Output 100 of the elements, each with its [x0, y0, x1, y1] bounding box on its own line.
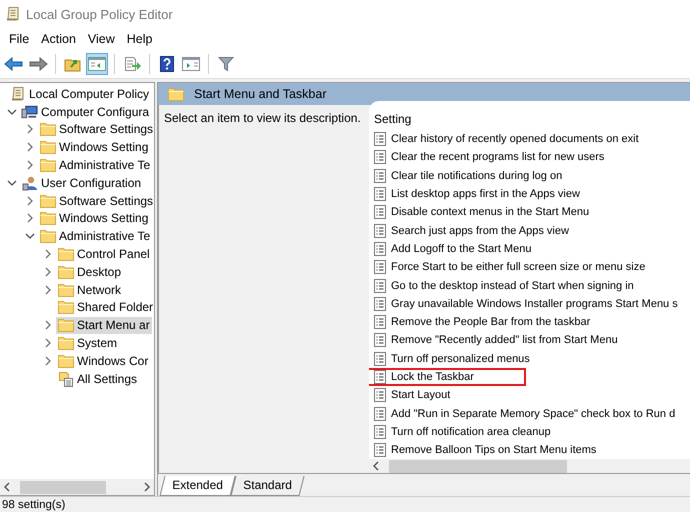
menu-item[interactable]: View: [82, 30, 121, 48]
tree-item[interactable]: Local Computer Policy: [8, 85, 152, 102]
tree-item[interactable]: Administrative Te: [38, 228, 152, 245]
policy-setting-icon: [374, 424, 386, 439]
policy-setting-icon: [374, 168, 386, 183]
chevron-right-icon[interactable]: [44, 266, 52, 277]
chevron-right-icon[interactable]: [44, 284, 52, 295]
setting-row[interactable]: Remove Balloon Tips on Start Menu items: [369, 441, 598, 459]
setting-row[interactable]: Force Start to be either full screen size or menu size: [369, 258, 648, 276]
chevron-right-icon[interactable]: [44, 249, 52, 260]
tree-item[interactable]: Network: [56, 281, 124, 298]
chevron-down-icon[interactable]: [25, 232, 35, 240]
window-title: Local Group Policy Editor: [26, 6, 173, 22]
setting-row[interactable]: Turn off personalized menus: [369, 350, 532, 368]
setting-row[interactable]: Clear history of recently opened documents on exit: [369, 130, 641, 148]
policy-setting-icon: [374, 406, 386, 421]
setting-row[interactable]: Clear tile notifications during log on: [369, 166, 564, 185]
menu-item[interactable]: Action: [35, 30, 82, 48]
chevron-right-icon[interactable]: [26, 196, 34, 206]
chevron-right-icon[interactable]: [26, 160, 34, 170]
policy-setting-icon: [374, 296, 386, 311]
menu-item[interactable]: File: [3, 30, 36, 48]
user-icon: [22, 174, 38, 191]
policy-setting-icon: [374, 333, 386, 348]
tree-item[interactable]: Windows Setting: [38, 210, 150, 227]
folder-icon: [58, 318, 74, 332]
setting-row[interactable]: List desktop apps first in the Apps view: [369, 184, 582, 204]
chevron-right-icon[interactable]: [26, 124, 34, 134]
settings-list-icon: [58, 370, 74, 387]
setting-row[interactable]: Disable context menus in the Start Menu: [369, 203, 592, 222]
tree-item[interactable]: System: [56, 334, 120, 352]
tree-item[interactable]: Software Settings: [38, 120, 154, 138]
chevron-down-icon[interactable]: [7, 108, 17, 116]
policy-setting-icon: [374, 132, 386, 146]
chevron-right-icon[interactable]: [26, 142, 34, 152]
tree-item[interactable]: Desktop: [56, 263, 124, 280]
tree-item[interactable]: Start Menu ar: [56, 316, 152, 334]
folder-icon: [40, 211, 56, 226]
description-text: Select an item to view its description.: [163, 110, 362, 127]
tree-item[interactable]: Administrative Te: [38, 156, 152, 174]
tree-item[interactable]: Windows Cor: [56, 352, 150, 370]
app-icon: [6, 6, 20, 22]
status-text: 98 setting(s): [2, 498, 66, 510]
chevron-right-icon[interactable]: [26, 213, 34, 224]
folder-icon: [58, 264, 74, 279]
setting-row[interactable]: Lock the Taskbar: [369, 368, 526, 386]
scroll-icon: [10, 86, 24, 102]
scroll-right-icon[interactable]: [143, 482, 151, 492]
setting-row[interactable]: Gray unavailable Windows Installer programs Start Menu s: [369, 294, 680, 313]
tab[interactable]: Standard: [230, 476, 304, 496]
setting-row[interactable]: Add Logoff to the Start Menu: [369, 240, 534, 258]
policy-setting-icon: [374, 205, 386, 220]
tree-item[interactable]: Computer Configura: [20, 103, 152, 120]
setting-row[interactable]: Go to the desktop instead of Start when signing in: [369, 276, 636, 295]
policy-setting-icon: [374, 242, 386, 256]
folder-icon: [40, 194, 56, 208]
computer-icon: [21, 104, 38, 119]
setting-row[interactable]: Clear the recent programs list for new users: [369, 148, 606, 167]
column-header[interactable]: Setting: [369, 101, 690, 130]
tab[interactable]: Extended: [160, 476, 236, 496]
tree-item[interactable]: User Configuration: [20, 174, 144, 192]
tree-item[interactable]: Windows Setting: [38, 138, 150, 156]
setting-row[interactable]: Remove the People Bar from the taskbar: [369, 312, 592, 332]
scroll-left-icon[interactable]: [372, 461, 380, 471]
folder-icon: [40, 229, 56, 244]
tree-item[interactable]: All Settings: [56, 370, 140, 388]
pane-title: Start Menu and Taskbar: [194, 87, 326, 101]
folder-icon: [58, 282, 74, 297]
chevron-right-icon[interactable]: [44, 338, 52, 348]
policy-setting-icon: [374, 443, 386, 458]
setting-row[interactable]: Turn off notification area cleanup: [369, 422, 553, 442]
policy-setting-icon: [374, 352, 386, 366]
policy-setting-icon: [374, 150, 386, 164]
setting-row[interactable]: Add "Run in Separate Memory Space" check box to Run d: [369, 404, 678, 423]
policy-setting-icon: [374, 388, 386, 402]
policy-setting-icon: [374, 315, 386, 330]
folder-icon: [58, 336, 74, 350]
folder-icon: [40, 158, 56, 172]
menu-item[interactable]: Help: [120, 30, 158, 48]
policy-setting-icon: [374, 278, 386, 293]
policy-setting-icon: [374, 370, 386, 384]
setting-row[interactable]: Search just apps from the Apps view: [369, 221, 571, 240]
folder-icon: [58, 247, 74, 262]
folder-icon: [58, 354, 74, 368]
scroll-left-icon[interactable]: [3, 482, 11, 492]
folder-icon: [40, 140, 56, 154]
folder-icon: [168, 87, 184, 101]
tree-item[interactable]: Software Settings: [38, 192, 154, 210]
policy-setting-icon: [374, 224, 386, 238]
policy-setting-icon: [374, 187, 386, 202]
chevron-right-icon[interactable]: [44, 320, 52, 330]
chevron-down-icon[interactable]: [7, 178, 17, 187]
chevron-right-icon[interactable]: [44, 356, 52, 366]
setting-row[interactable]: Start Layout: [369, 386, 452, 404]
policy-setting-icon: [374, 260, 386, 274]
horizontal-scrollbar[interactable]: [369, 459, 690, 473]
setting-row[interactable]: Remove "Recently added" list from Start Menu: [369, 331, 620, 350]
tree-item[interactable]: Control Panel: [56, 246, 152, 263]
horizontal-scrollbar[interactable]: [0, 479, 154, 495]
tree-item[interactable]: Shared Folder: [56, 298, 154, 316]
